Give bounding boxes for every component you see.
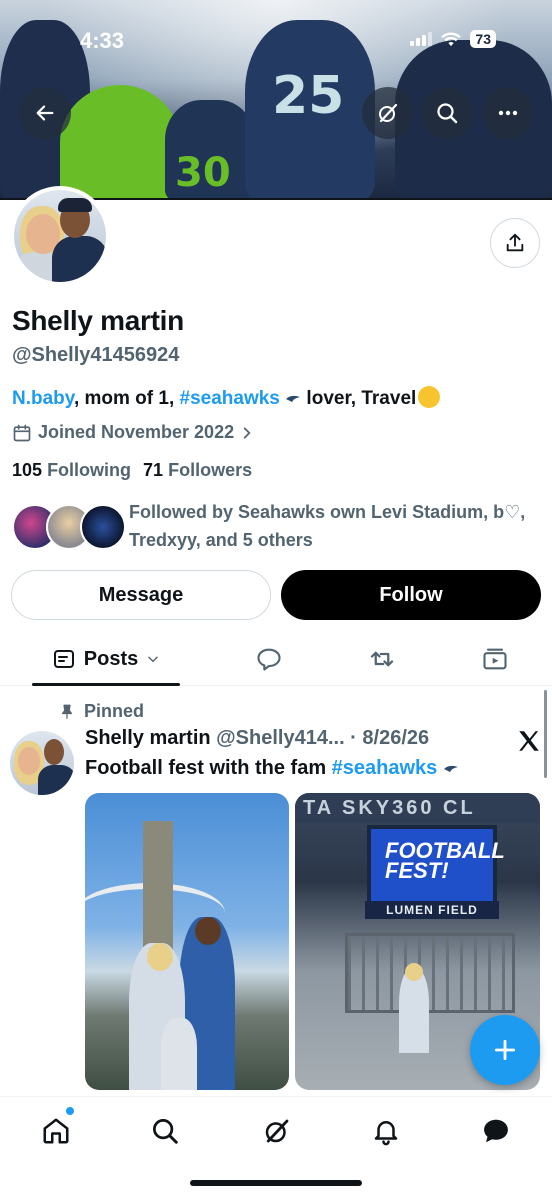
following-label: Following [47,460,132,480]
grok-icon [265,1119,289,1143]
screen-text: FOOTBALL FEST! [385,838,505,883]
active-tab-indicator [32,683,180,686]
post-photo[interactable] [85,793,289,1090]
photo-person-head [195,917,221,945]
following-link[interactable]: 105 Following [12,460,131,481]
repost-icon [370,651,394,667]
bio-hashtag[interactable]: #seahawks [180,388,280,409]
profile-tabs: Posts [0,632,552,686]
tab-replies[interactable] [244,632,294,686]
post-hashtag[interactable]: #seahawks [332,757,438,779]
unread-dot [66,1107,74,1115]
post-author-avatar[interactable] [10,731,74,795]
photo-person-head [405,963,423,981]
back-button[interactable] [19,87,71,139]
share-icon [506,233,524,252]
photo-person-head [147,943,173,971]
more-button[interactable] [482,87,534,139]
grok-icon [379,103,398,123]
followers-label: Followers [168,460,253,480]
lumen-field-sign: LUMEN FIELD [365,901,499,919]
chevron-right-icon[interactable] [240,426,254,440]
tab-reposts[interactable] [357,632,407,686]
pinned-indicator: Pinned [58,701,144,722]
followers-count: 71 [143,460,164,480]
battery-indicator: 73 [470,30,496,48]
grok-button[interactable] [362,87,414,139]
jersey-number: 25 [272,66,345,126]
bio-link[interactable]: N.baby [12,388,74,409]
cellular-signal-icon [410,32,433,46]
mutual-followers-avatars[interactable] [12,504,126,550]
seahawks-icon [286,395,301,402]
status-indicators: 73 [410,30,496,48]
followers-link[interactable]: 71 Followers [143,460,252,481]
profile-name: Shelly martin [12,305,184,336]
nav-search[interactable] [145,1111,185,1151]
bio-text: lover, Travel [301,388,417,409]
reply-icon [257,648,281,671]
profile-bio: N.baby, mom of 1, #seahawks lover, Trave… [12,386,441,410]
tab-media[interactable] [470,632,520,686]
post-author-name[interactable]: Shelly martin [85,727,211,749]
arrow-left-icon [36,105,54,121]
nav-messages[interactable] [476,1111,516,1151]
home-icon [43,1118,69,1144]
search-icon [153,1119,178,1144]
follow-counts: 105 Following 71 Followers [12,460,252,481]
posts-icon [53,650,74,668]
plus-icon [494,1039,516,1061]
search-icon [437,103,458,124]
pinned-label: Pinned [84,701,145,721]
nav-notifications[interactable] [366,1111,406,1151]
photo-person [161,1018,197,1090]
joined-text: Joined November 2022 [38,422,235,442]
x-logo-icon [519,731,539,751]
kissing-emoji-icon [418,386,441,408]
tab-posts-label: Posts [83,647,139,670]
avatar-image [14,190,106,282]
sky360-sign: TA SKY360 CL [295,793,540,823]
media-icon [483,648,507,670]
calendar-icon [13,424,31,441]
more-icon [498,110,518,116]
pin-icon [61,704,73,719]
stadium-gate [345,933,515,1013]
bio-text: , mom of 1, [73,388,180,409]
search-button[interactable] [421,87,473,139]
post-header: Shelly martin @Shelly414... · 8/26/26 [85,727,429,750]
nav-home[interactable] [36,1111,76,1151]
bell-icon [374,1121,398,1146]
followed-by-text[interactable]: Followed by Seahawks own Levi Stadium, b… [129,498,539,554]
post-text: Football fest with the fam #seahawks [85,757,459,780]
jersey-number: 30 [175,150,231,196]
follow-button[interactable]: Follow [281,570,541,620]
messages-icon [484,1119,508,1143]
share-button[interactable] [490,218,540,268]
tab-posts[interactable]: Posts [32,632,180,686]
status-time: 4:33 [80,28,125,53]
photo-person [399,969,429,1053]
avatar [80,504,126,550]
compose-button[interactable] [470,1015,540,1085]
nav-grok[interactable] [257,1111,297,1151]
message-button[interactable]: Message [11,570,271,620]
wifi-icon [441,32,462,47]
joined-date: Joined November 2022 [12,422,254,443]
chevron-down-icon [148,656,159,663]
profile-handle: @Shelly41456924 [12,344,180,366]
profile-avatar[interactable] [10,186,110,286]
following-count: 105 [12,460,43,480]
post-meta: @Shelly414... · 8/26/26 [210,727,430,749]
post-body: Football fest with the fam [85,757,332,779]
home-indicator [190,1180,362,1186]
scrollbar[interactable] [544,690,547,778]
seahawks-icon [443,765,458,772]
banner-player [60,85,180,200]
